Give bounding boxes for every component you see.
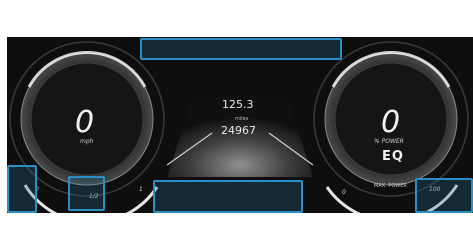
fuel-display-zone[interactable] [68,176,105,211]
distance-unit: miles [235,116,249,122]
trip-distance: 125.3 [222,98,254,111]
left-corner-display-zone[interactable] [7,165,37,213]
eq-brand-logo: EQ [382,149,404,164]
speed-scale-max: 1 [139,186,143,193]
power-scale-min: 0 [342,189,346,196]
max-power-label: MAX. POWER [374,183,407,189]
top-display-zone[interactable] [140,38,342,60]
power-unit: % POWER [374,138,404,145]
speed-unit: mph [80,138,94,145]
power-value: 0 [381,105,401,140]
odometer: 24967 [221,124,256,137]
speed-value: 0 [75,105,95,140]
right-corner-display-zone[interactable] [415,178,473,213]
bottom-center-display-zone[interactable] [153,180,303,213]
instrument-cluster-display: 0 mph 0 1 1/2 125.3 miles 24967 0 % POWE… [7,37,473,213]
